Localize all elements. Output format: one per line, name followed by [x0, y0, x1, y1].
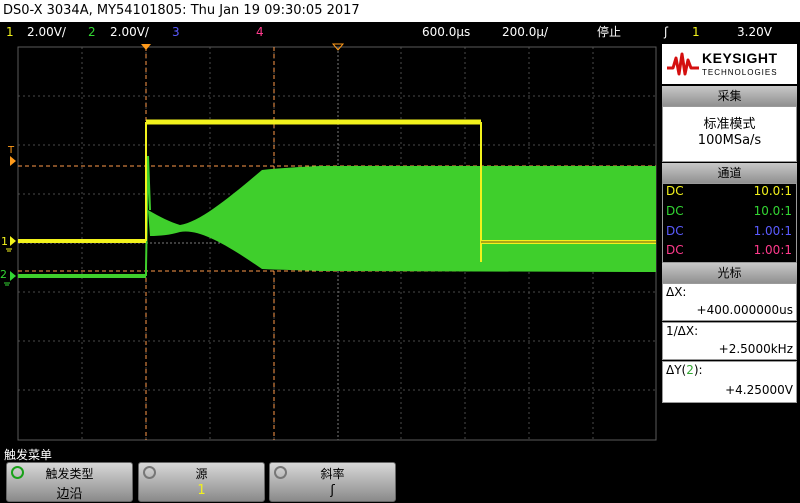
channels-panel[interactable]: DC 10.0:1 DC 10.0:1 DC 1.00:1 DC 1.00:1 — [662, 183, 797, 263]
ch1-ground-marker[interactable]: 1 — [1, 235, 16, 252]
cursor-inv-panel[interactable]: 1/ΔX: +2.5000kHz — [662, 322, 797, 360]
cursors-header[interactable]: 光标 — [662, 263, 797, 283]
trigger-type-softkey[interactable]: 触发类型 边沿 — [6, 462, 133, 502]
dy-label: ΔY(2): — [666, 363, 703, 377]
keysight-wave-icon — [667, 52, 699, 76]
dx-label: ΔX: — [666, 285, 687, 299]
ch4-status-label[interactable]: 4 — [256, 22, 264, 42]
ch2-coupling: DC — [666, 204, 684, 218]
ch3-coupling: DC — [666, 224, 684, 238]
ch2-status-label[interactable]: 2 — [88, 22, 96, 42]
keysight-logo: KEYSIGHT TECHNOLOGIES — [662, 44, 797, 84]
inv-dx-value: +2.5000kHz — [718, 342, 793, 356]
trigger-source[interactable]: 1 — [692, 22, 700, 42]
ch2-waveform — [18, 155, 656, 278]
slope-value: ʃ — [330, 483, 335, 498]
acquire-rate: 100MSa/s — [697, 133, 762, 148]
delay-value[interactable]: 600.0µs — [422, 22, 470, 42]
source-softkey[interactable]: 源 1 — [138, 462, 265, 502]
ch3-probe: 1.00:1 — [753, 224, 792, 238]
slope-label: 斜率 — [320, 467, 345, 481]
ch1-scale[interactable]: 2.00V/ — [27, 22, 66, 42]
brand-sub: TECHNOLOGIES — [702, 68, 778, 77]
side-panel: KEYSIGHT TECHNOLOGIES 采集 标准模式 100MSa/s 通… — [659, 42, 800, 444]
trigger-level[interactable]: 3.20V — [737, 22, 772, 42]
run-state[interactable]: 停止 — [597, 22, 621, 42]
source-label: 源 — [195, 467, 208, 481]
ch4-probe: 1.00:1 — [753, 243, 792, 257]
trigger-type-value: 边沿 — [56, 487, 83, 502]
acquire-header[interactable]: 采集 — [662, 86, 797, 106]
ch2-scale[interactable]: 2.00V/ — [110, 22, 149, 42]
trigger-slope-icon: ʃ — [664, 25, 669, 39]
ch3-status-label[interactable]: 3 — [172, 22, 180, 42]
trigger-level-marker[interactable]: T — [7, 145, 16, 166]
ch2-probe: 10.0:1 — [753, 204, 792, 218]
ch2-marker-label: 2 — [0, 268, 7, 281]
cursor-dx-panel[interactable]: ΔX: +400.000000us — [662, 283, 797, 321]
ch1-probe: 10.0:1 — [753, 184, 792, 198]
dx-value: +400.000000us — [696, 303, 793, 317]
inv-dx-label: 1/ΔX: — [666, 324, 699, 338]
source-value: 1 — [197, 483, 206, 498]
cursor-dy-panel[interactable]: ΔY(2): +4.25000V — [662, 361, 797, 403]
trigger-type-label: 触发类型 — [45, 467, 94, 481]
ch1-coupling: DC — [666, 184, 684, 198]
timebase-value[interactable]: 200.0µ/ — [502, 22, 548, 42]
status-bar: 1 2.00V/ 2 2.00V/ 3 4 600.0µs 200.0µ/ 停止… — [0, 22, 800, 42]
brand-name: KEYSIGHT — [702, 50, 778, 66]
trigger-marker-label: T — [7, 145, 15, 156]
acquire-mode: 标准模式 — [703, 117, 756, 132]
menu-title: 触发菜单 — [4, 448, 53, 462]
dy-value: +4.25000V — [725, 383, 793, 397]
acquire-panel[interactable]: 标准模式 100MSa/s — [662, 106, 797, 162]
slope-softkey[interactable]: 斜率 ʃ — [269, 462, 396, 502]
ch1-status-label[interactable]: 1 — [6, 22, 14, 42]
channels-header[interactable]: 通道 — [662, 163, 797, 183]
window-title: DS0-X 3034A, MY54101805: Thu Jan 19 09:3… — [0, 0, 800, 22]
ch4-coupling: DC — [666, 243, 684, 257]
ch1-marker-label: 1 — [1, 235, 8, 248]
waveform-display[interactable]: T 1 2 — [0, 42, 659, 444]
ch2-ground-marker[interactable]: 2 — [0, 268, 16, 286]
